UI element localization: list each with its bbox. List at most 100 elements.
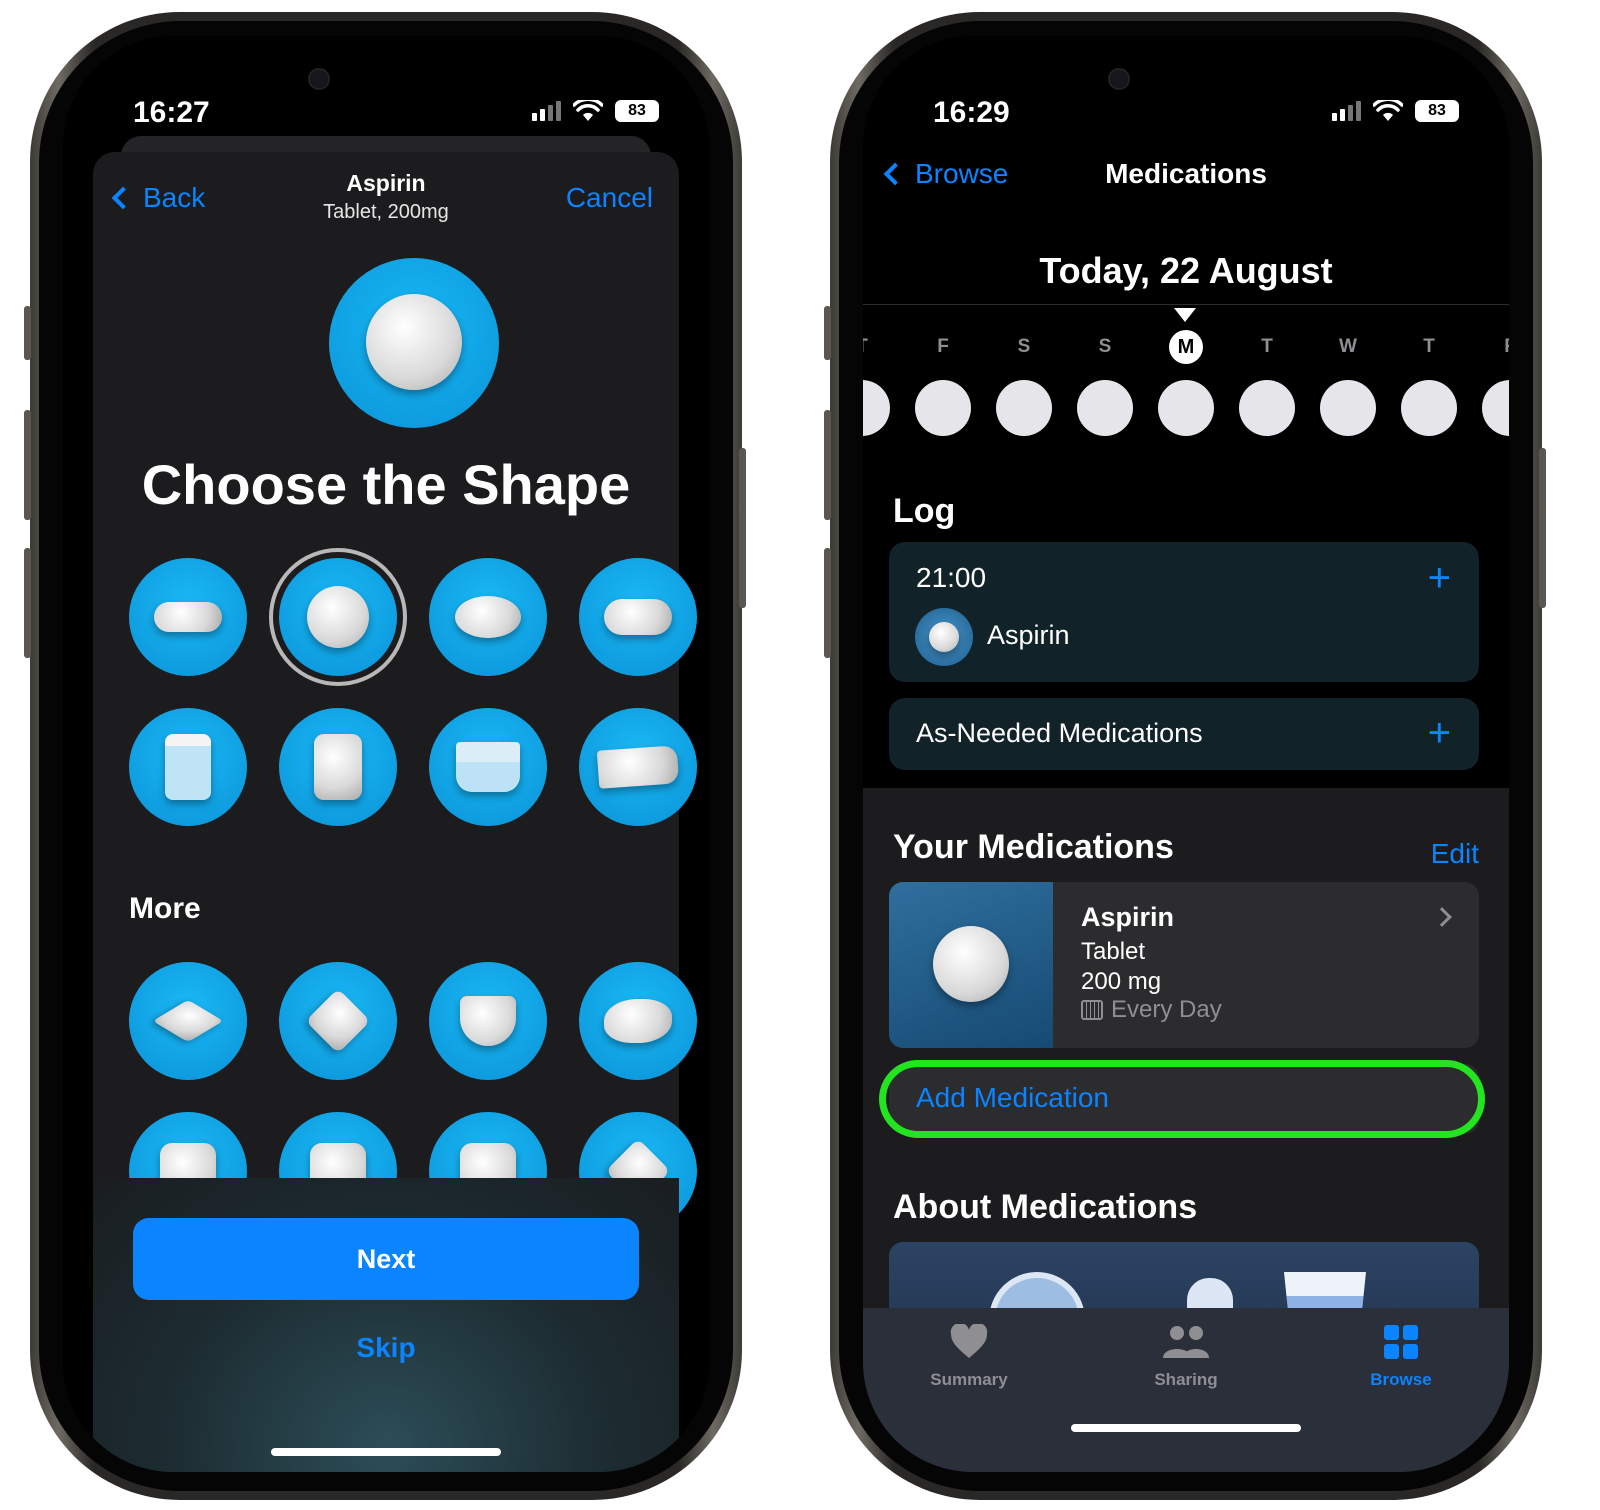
round-pill-icon — [307, 586, 369, 648]
round-pill-icon — [929, 622, 959, 652]
week-strip[interactable]: TFSSMTWTF — [863, 330, 1509, 446]
cellular-signal-icon — [532, 101, 561, 121]
browse-back-button[interactable]: Browse — [879, 158, 1008, 190]
mute-switch — [24, 306, 31, 360]
grid-icon — [1384, 1325, 1418, 1359]
volume-down-button — [24, 548, 31, 658]
day-dose-circle[interactable] — [863, 380, 890, 436]
shape-option-capsule[interactable] — [129, 558, 247, 676]
day-dose-circle[interactable] — [915, 380, 971, 436]
day-letter: F — [1490, 336, 1509, 358]
medication-form: Tablet — [1081, 938, 1146, 965]
shape-grid — [129, 548, 697, 826]
divider — [863, 304, 1509, 305]
status-time: 16:27 — [133, 96, 210, 129]
day-letter: M — [1169, 330, 1203, 364]
mute-switch — [824, 306, 831, 360]
about-medications-heading: About Medications — [893, 1188, 1198, 1226]
calendar-icon — [1081, 1000, 1103, 1020]
tab-sharing[interactable]: Sharing — [1106, 1324, 1266, 1390]
tube-icon — [596, 745, 680, 789]
more-section-label: More — [129, 892, 201, 925]
wifi-icon — [1373, 100, 1403, 121]
shape-option-egg[interactable] — [579, 962, 697, 1080]
tab-browse[interactable]: Browse — [1321, 1324, 1481, 1390]
day-dose-circle[interactable] — [1482, 380, 1509, 436]
shape-option-tube[interactable] — [579, 708, 697, 826]
cellular-signal-icon — [1332, 101, 1361, 121]
tab-label: Browse — [1370, 1370, 1432, 1389]
bottle-icon — [314, 734, 362, 800]
as-needed-card[interactable]: As-Needed Medications + — [889, 698, 1479, 770]
day-dose-circle[interactable] — [1239, 380, 1295, 436]
page-title: Choose the Shape — [141, 453, 631, 516]
people-icon — [1163, 1326, 1209, 1358]
your-medications-heading: Your Medications — [893, 828, 1174, 866]
battery-icon: 83 — [615, 100, 659, 122]
home-indicator — [1071, 1424, 1301, 1432]
today-pointer-icon — [1174, 308, 1196, 322]
medication-thumbnail — [889, 882, 1053, 1048]
log-card[interactable]: 21:00 + Aspirin — [889, 542, 1479, 682]
shape-option-round[interactable] — [269, 548, 407, 686]
egg-pill-icon — [604, 999, 672, 1043]
shape-option-cup[interactable] — [429, 708, 547, 826]
back-label: Browse — [915, 158, 1009, 189]
day-letter: W — [1339, 336, 1357, 357]
heart-icon — [950, 1324, 988, 1358]
next-button[interactable]: Next — [133, 1218, 639, 1300]
volume-up-button — [24, 410, 31, 520]
wifi-icon — [573, 100, 603, 121]
medication-schedule: Every Day — [1081, 996, 1222, 1024]
triangle-pill-icon — [460, 996, 516, 1046]
day-letter: F — [937, 336, 949, 357]
day-dose-circle[interactable] — [1401, 380, 1457, 436]
day-dose-circle[interactable] — [1320, 380, 1376, 436]
shape-option-triangle[interactable] — [429, 962, 547, 1080]
capsule-icon — [154, 602, 222, 632]
highlight-outline — [879, 1060, 1485, 1138]
day-dose-circle[interactable] — [1077, 380, 1133, 436]
shape-option-diamond[interactable] — [279, 962, 397, 1080]
day-letter: T — [1423, 336, 1435, 357]
diamond-flat-pill-icon — [152, 999, 224, 1043]
oval-pill-icon — [455, 596, 521, 638]
shape-option-jar[interactable] — [129, 708, 247, 826]
chevron-left-icon — [883, 162, 907, 186]
log-time: 21:00 — [916, 562, 987, 593]
skip-button[interactable]: Skip — [93, 1332, 679, 1364]
tab-label: Sharing — [1154, 1370, 1218, 1389]
jar-icon — [165, 734, 211, 800]
round-pill-icon — [366, 294, 462, 390]
sheet-footer: Next Skip — [93, 1178, 679, 1472]
right-phone: 16:29 83 Medications Browse Today, 22 Au… — [830, 12, 1542, 1500]
medication-dose: 200 mg — [1081, 968, 1162, 995]
day-dose-circle[interactable] — [996, 380, 1052, 436]
volume-up-button — [824, 410, 831, 520]
shape-option-bottle[interactable] — [279, 708, 397, 826]
as-needed-add-icon[interactable]: + — [1428, 713, 1451, 753]
status-icons: 83 — [1332, 100, 1459, 122]
edit-button[interactable]: Edit — [1431, 838, 1479, 870]
shape-picker-sheet: Back Aspirin Tablet, 200mg Cancel Choose… — [93, 152, 697, 1472]
medication-card[interactable]: Aspirin Tablet 200 mg Every Day — [889, 882, 1479, 1048]
day-dose-circle[interactable] — [1158, 380, 1214, 436]
round-pill-icon — [933, 926, 1009, 1002]
shape-option-diamond-flat[interactable] — [129, 962, 247, 1080]
front-camera — [308, 68, 330, 90]
date-title: Today, 22 August — [1039, 250, 1333, 291]
as-needed-label: As-Needed Medications — [916, 718, 1203, 748]
shape-option-oval[interactable] — [429, 558, 547, 676]
status-time: 16:29 — [933, 96, 1010, 129]
shape-option-oblong[interactable] — [579, 558, 697, 676]
tab-label: Summary — [930, 1370, 1008, 1389]
left-screen: 16:27 83 Back Aspirin Tablet, 200mg Canc… — [63, 36, 709, 1472]
log-add-icon[interactable]: + — [1428, 558, 1451, 598]
day-letter: S — [1098, 336, 1112, 357]
chevron-right-icon — [1432, 907, 1452, 927]
tab-summary[interactable]: Summary — [889, 1324, 1049, 1390]
medication-name: Aspirin — [1081, 902, 1175, 932]
status-icons: 83 — [532, 100, 659, 122]
front-camera — [1108, 68, 1130, 90]
cancel-button[interactable]: Cancel — [566, 182, 653, 214]
